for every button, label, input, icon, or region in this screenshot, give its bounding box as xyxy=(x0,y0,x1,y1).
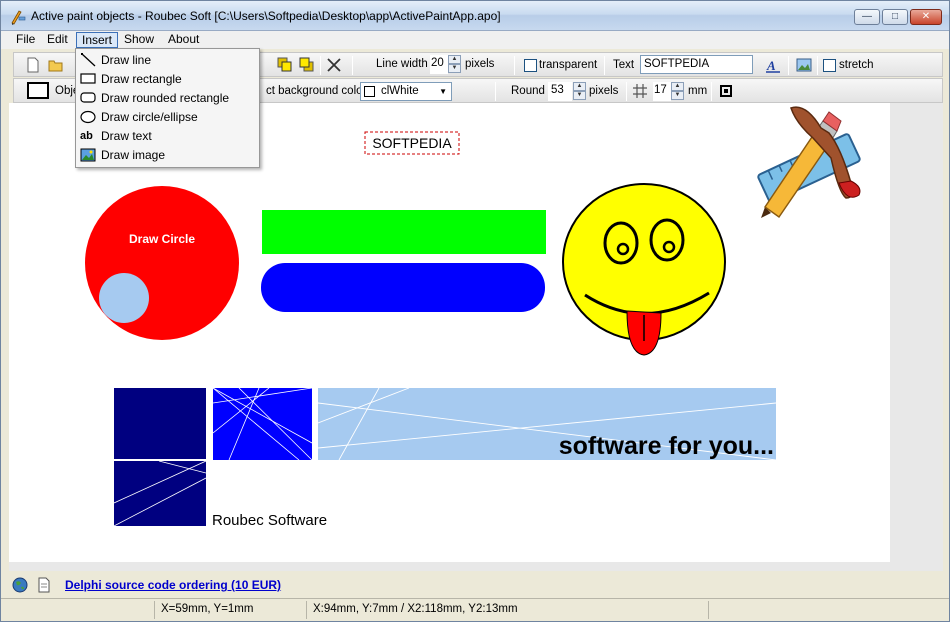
menu-draw-rectangle[interactable]: Draw rectangle xyxy=(77,70,259,89)
app-icon xyxy=(11,10,26,25)
menu-draw-ellipse[interactable]: Draw circle/ellipse xyxy=(77,108,259,127)
softpedia-text[interactable]: SOFTPEDIA xyxy=(372,135,452,151)
menu-draw-line-label: Draw line xyxy=(101,53,152,67)
canvas-margin-bottom xyxy=(9,562,943,571)
menu-bar: File Edit Insert Show About xyxy=(1,31,949,49)
line-icon xyxy=(81,53,96,67)
transparent-checkbox[interactable] xyxy=(524,59,537,72)
object-color-swatch[interactable] xyxy=(27,82,49,99)
menu-about[interactable]: About xyxy=(163,32,204,48)
toolbar-separator xyxy=(626,82,627,101)
minimize-button[interactable]: — xyxy=(854,9,880,25)
toolbar-separator xyxy=(711,82,712,101)
line-width-label: Line width xyxy=(376,58,428,70)
menu-draw-rounded-rectangle-label: Draw rounded rectangle xyxy=(101,91,230,105)
send-back-icon[interactable] xyxy=(298,56,316,74)
transparent-label: transparent xyxy=(539,59,598,71)
status-extra xyxy=(711,601,941,619)
round-units: pixels xyxy=(589,85,619,97)
background-color-label: ct background color xyxy=(266,85,367,97)
grid-size-units: mm xyxy=(688,85,708,97)
toolbar-separator xyxy=(320,56,321,75)
background-color-select[interactable]: clWhite ▼ xyxy=(360,82,452,101)
status-empty xyxy=(5,601,155,619)
toolbar-separator xyxy=(514,56,515,75)
close-button[interactable]: ✕ xyxy=(910,9,942,25)
grid-size-field[interactable]: 17 xyxy=(653,82,671,101)
line-width-spinner[interactable]: ▲ ▼ xyxy=(448,55,461,74)
insert-menu-dropdown: Draw line Draw rectangle Draw rounded re… xyxy=(75,48,260,168)
document-icon[interactable] xyxy=(36,577,52,593)
menu-draw-text-label: Draw text xyxy=(101,129,152,143)
load-image-icon[interactable] xyxy=(795,56,813,74)
menu-draw-rectangle-label: Draw rectangle xyxy=(101,72,182,86)
new-file-icon[interactable] xyxy=(24,56,42,74)
maximize-button[interactable]: □ xyxy=(882,9,908,25)
open-folder-icon[interactable] xyxy=(47,56,65,74)
round-field[interactable]: 53 xyxy=(548,82,572,101)
line-width-field[interactable]: 20 xyxy=(430,55,448,74)
round-label: Round xyxy=(511,85,545,97)
menu-file[interactable]: File xyxy=(11,32,40,48)
bring-front-icon[interactable] xyxy=(276,56,294,74)
link-bar: Delphi source code ordering (10 EUR) xyxy=(1,573,949,597)
stretch-label: stretch xyxy=(839,59,874,71)
light-blue-circle[interactable] xyxy=(99,273,149,323)
toolbar-separator xyxy=(788,56,789,75)
text-field[interactable]: SOFTPEDIA xyxy=(640,55,753,74)
ordering-link[interactable]: Delphi source code ordering (10 EUR) xyxy=(65,578,281,592)
menu-draw-line[interactable]: Draw line xyxy=(77,51,259,70)
company-text[interactable]: Roubec Software xyxy=(212,512,327,529)
ellipse-icon xyxy=(80,110,96,124)
toolbar-separator xyxy=(604,56,605,75)
svg-text:A: A xyxy=(766,58,776,73)
color-swatch xyxy=(364,86,375,97)
toolbar-separator xyxy=(352,56,353,75)
toolbar-separator xyxy=(495,82,496,101)
blue-rounded-rectangle[interactable] xyxy=(261,263,545,312)
circle-label: Draw Circle xyxy=(129,232,195,246)
line-width-units: pixels xyxy=(465,58,495,70)
rounded-rectangle-icon xyxy=(80,92,96,103)
menu-edit[interactable]: Edit xyxy=(42,32,73,48)
snap-grid-icon[interactable] xyxy=(719,84,733,98)
text-label: Text xyxy=(613,59,635,71)
globe-icon[interactable] xyxy=(12,577,28,593)
green-rectangle[interactable] xyxy=(262,210,546,254)
menu-insert[interactable]: Insert xyxy=(76,32,119,48)
window-title: Active paint objects - Roubec Soft [C:\U… xyxy=(31,9,501,23)
font-icon[interactable]: A xyxy=(764,56,782,74)
canvas-drawing: SOFTPEDIA Draw Circle software for you..… xyxy=(85,106,861,529)
menu-show[interactable]: Show xyxy=(119,32,159,48)
grid-size-spinner[interactable]: ▲ ▼ xyxy=(671,82,684,101)
title-bar: Active paint objects - Roubec Soft [C:\U… xyxy=(1,1,949,31)
background-color-value: clWhite xyxy=(381,85,419,97)
rectangle-icon xyxy=(80,73,96,84)
pencil-ruler-logo xyxy=(757,106,861,219)
menu-draw-text[interactable]: ab Draw text xyxy=(77,127,259,146)
menu-draw-image[interactable]: Draw image xyxy=(77,146,259,165)
menu-draw-rounded-rectangle[interactable]: Draw rounded rectangle xyxy=(77,89,259,108)
status-selection-bounds: X:94mm, Y:7mm / X2:118mm, Y2:13mm xyxy=(309,601,709,619)
chevron-down-icon: ▼ xyxy=(439,87,447,96)
menu-draw-image-label: Draw image xyxy=(101,148,166,162)
status-bar: X=59mm, Y=1mm X:94mm, Y:7mm / X2:118mm, … xyxy=(1,598,949,621)
toolbar-separator xyxy=(817,56,818,75)
slogan-text[interactable]: software for you... xyxy=(559,432,774,460)
drawing-canvas[interactable]: SOFTPEDIA Draw Circle software for you..… xyxy=(9,103,943,571)
delete-icon[interactable] xyxy=(325,56,343,74)
stretch-checkbox[interactable] xyxy=(823,59,836,72)
canvas-margin-right xyxy=(890,103,943,562)
smiley-face[interactable] xyxy=(562,183,726,356)
round-spinner[interactable]: ▲ ▼ xyxy=(573,82,586,101)
text-icon: ab xyxy=(80,130,93,142)
grid-icon[interactable] xyxy=(632,83,648,99)
app-window: Active paint objects - Roubec Soft [C:\U… xyxy=(0,0,950,622)
status-cursor-position: X=59mm, Y=1mm xyxy=(157,601,307,619)
image-icon xyxy=(80,148,96,162)
menu-draw-ellipse-label: Draw circle/ellipse xyxy=(101,110,198,124)
